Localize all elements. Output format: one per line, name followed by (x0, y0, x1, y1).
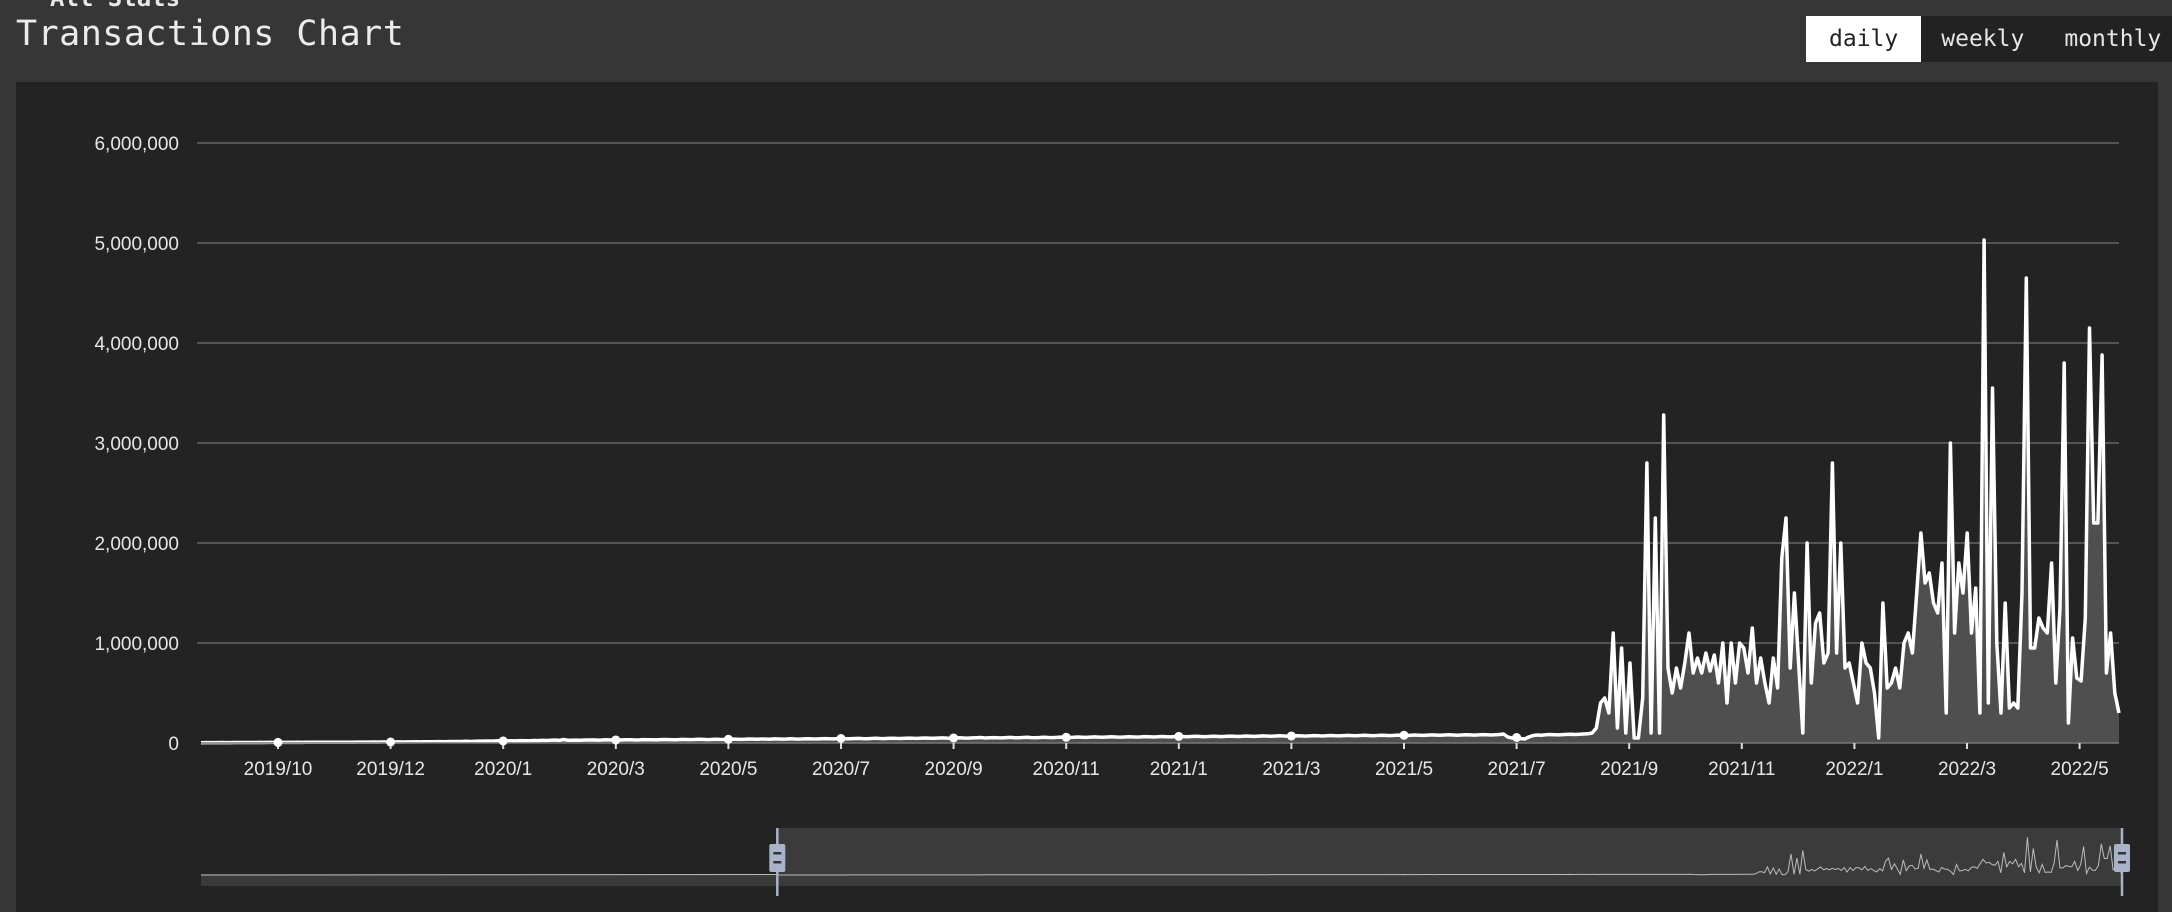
grip-icon (773, 852, 782, 855)
data-point-marker (1286, 731, 1296, 741)
y-tick-label: 4,000,000 (94, 334, 179, 355)
x-tick-label: 2021/3 (1262, 759, 1320, 780)
x-tick-label: 2020/1 (474, 759, 532, 780)
x-tick-label: 2020/9 (925, 759, 983, 780)
grip-icon (2118, 852, 2126, 855)
data-point-marker (498, 736, 508, 746)
x-tick-label: 2021/1 (1150, 759, 1208, 780)
slider-handle-start[interactable] (769, 844, 786, 872)
slider-handle-end[interactable] (2114, 844, 2130, 872)
x-tick-label: 2022/5 (2051, 759, 2109, 780)
data-point-marker (949, 733, 959, 743)
x-tick-label: 2020/5 (699, 759, 757, 780)
x-tick-label: 2022/1 (1825, 759, 1883, 780)
data-point-marker (723, 734, 733, 744)
x-tick-label: 2019/12 (356, 759, 425, 780)
y-tick-label: 5,000,000 (94, 234, 179, 255)
x-tick-label: 2021/7 (1488, 759, 1546, 780)
data-point-marker (1061, 732, 1071, 742)
x-tick-label: 2020/7 (812, 759, 870, 780)
data-point-marker (1512, 733, 1522, 742)
y-tick-label: 6,000,000 (94, 134, 179, 155)
x-tick-label: 2019/10 (244, 759, 313, 780)
grip-icon (773, 861, 782, 864)
data-point-marker (386, 737, 396, 747)
x-tick-label: 2021/11 (1708, 759, 1775, 780)
x-tick-label: 2020/11 (1033, 759, 1100, 780)
data-point-marker (611, 735, 621, 745)
grip-icon (2118, 861, 2126, 864)
x-tick-label: 2022/3 (1938, 759, 1996, 780)
y-tick-label: 1,000,000 (94, 634, 179, 655)
data-point-marker (836, 734, 846, 743)
y-tick-label: 3,000,000 (94, 434, 179, 455)
data-point-marker (1399, 730, 1409, 740)
x-tick-label: 2021/9 (1600, 759, 1658, 780)
y-tick-label: 0 (168, 734, 179, 755)
x-tick-label: 2021/5 (1375, 759, 1433, 780)
y-tick-label: 2,000,000 (94, 534, 179, 555)
data-point-marker (1174, 731, 1184, 741)
transactions-chart: 0 1,000,000 2,000,000 3,000,000 4,000,000 5,0… (94, 134, 2130, 896)
data-point-marker (273, 737, 283, 747)
x-tick-label: 2020/3 (587, 759, 645, 780)
